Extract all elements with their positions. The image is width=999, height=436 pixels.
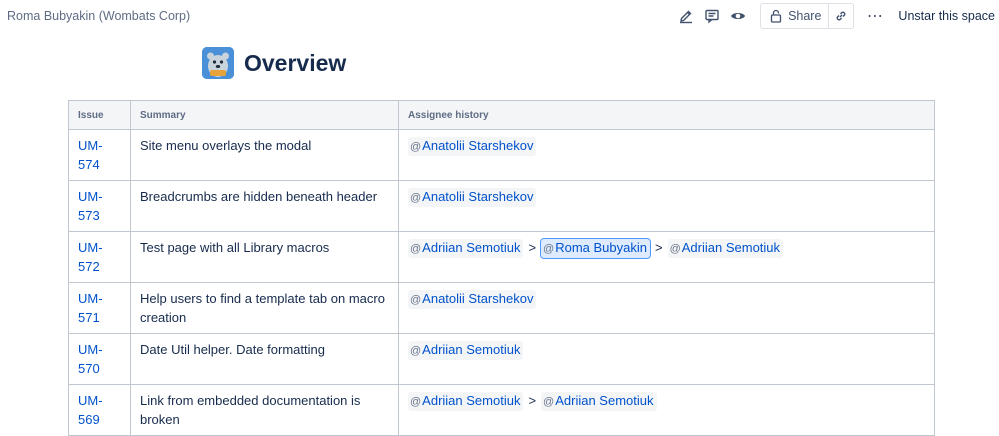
issue-cell: UM-571 <box>68 282 131 334</box>
mention-at-icon: @ <box>410 294 422 306</box>
issue-cell: UM-569 <box>68 384 131 436</box>
user-mention[interactable]: @Adriian Semotiuk <box>408 392 524 411</box>
user-mention[interactable]: @Anatolii Starshekov <box>408 188 537 207</box>
issue-link[interactable]: UM-574 <box>78 138 103 172</box>
assignee-history-cell: @Adriian Semotiuk > @Adriian Semotiuk <box>398 384 935 436</box>
table-row: UM-570 Date Util helper. Date formatting @… <box>68 333 935 385</box>
mention-name: Adriian Semotiuk <box>422 240 521 255</box>
mention-name: Anatolii Starshekov <box>422 138 534 153</box>
column-header-issue: Issue <box>68 100 131 130</box>
link-icon[interactable] <box>829 4 853 28</box>
mention-at-icon: @ <box>543 243 555 255</box>
comment-icon[interactable] <box>700 4 724 28</box>
issue-link[interactable]: UM-569 <box>78 393 103 427</box>
table-row: UM-574 Site menu overlays the modal @Anato… <box>68 129 935 181</box>
mention-at-icon: @ <box>410 243 422 255</box>
summary-cell: Site menu overlays the modal <box>130 129 399 181</box>
mention-name: Adriian Semotiuk <box>681 240 781 255</box>
issue-cell: UM-570 <box>68 333 131 385</box>
mention-name: Adriian Semotiuk <box>422 393 521 408</box>
user-mention[interactable]: @Adriian Semotiuk <box>667 239 784 258</box>
space-avatar-icon <box>202 47 234 79</box>
user-mention[interactable]: @Roma Bubyakin <box>540 238 651 259</box>
assignee-history-cell: @Adriian Semotiuk <box>398 333 935 385</box>
user-mention[interactable]: @Adriian Semotiuk <box>408 239 524 258</box>
table-row: UM-572 Test page with all Library macros @… <box>68 231 935 283</box>
share-label: Share <box>788 9 822 23</box>
issues-table: Issue Summary Assignee history UM-574 Sit… <box>68 100 935 436</box>
space-name[interactable]: Roma Bubyakin (Wombats Corp) <box>7 9 190 23</box>
more-actions-icon[interactable]: ⋯ <box>862 4 888 28</box>
eye-icon[interactable] <box>726 4 750 28</box>
mention-name: Anatolii Starshekov <box>422 189 534 204</box>
column-header-assignee-history: Assignee history <box>398 100 935 130</box>
history-separator: > <box>528 393 537 408</box>
issue-link[interactable]: UM-571 <box>78 291 103 325</box>
history-separator: > <box>655 240 663 255</box>
assignee-history-cell: @Adriian Semotiuk > @Roma Bubyakin > @Adriia… <box>398 231 935 283</box>
share-group: Share <box>760 3 855 29</box>
mention-at-icon: @ <box>410 192 422 204</box>
issue-cell: UM-574 <box>68 129 131 181</box>
table-row: UM-571 Help users to find a template tab … <box>68 282 935 334</box>
mention-name: Roma Bubyakin <box>555 240 647 255</box>
user-mention[interactable]: @Adriian Semotiuk <box>541 392 657 411</box>
mention-at-icon: @ <box>410 345 422 357</box>
issue-link[interactable]: UM-572 <box>78 240 103 274</box>
summary-cell: Help users to find a template tab on mac… <box>130 282 399 334</box>
issue-link[interactable]: UM-573 <box>78 189 103 223</box>
page-actions: Share ⋯ Unstar this space <box>674 3 999 29</box>
mention-at-icon: @ <box>410 141 422 153</box>
lock-icon <box>770 9 782 23</box>
issue-cell: UM-573 <box>68 180 131 232</box>
table-row: UM-569 Link from embedded documentation i… <box>68 384 935 436</box>
assignee-history-cell: @Anatolii Starshekov <box>398 282 935 334</box>
issue-link[interactable]: UM-570 <box>78 342 103 376</box>
column-header-summary: Summary <box>130 100 399 130</box>
assignee-history-cell: @Anatolii Starshekov <box>398 180 935 232</box>
table-header-row: Issue Summary Assignee history <box>68 100 935 130</box>
mention-at-icon: @ <box>669 243 681 255</box>
edit-icon[interactable] <box>674 4 698 28</box>
summary-cell: Link from embedded documentation is brok… <box>130 384 399 436</box>
user-mention[interactable]: @Anatolii Starshekov <box>408 290 537 309</box>
top-bar: Roma Bubyakin (Wombats Corp) Share ⋯ Uns… <box>0 0 999 32</box>
user-mention[interactable]: @Adriian Semotiuk <box>408 341 524 360</box>
summary-cell: Test page with all Library macros <box>130 231 399 283</box>
table-row: UM-573 Breadcrumbs are hidden beneath hea… <box>68 180 935 232</box>
mention-at-icon: @ <box>410 396 422 408</box>
issue-cell: UM-572 <box>68 231 131 283</box>
mention-name: Adriian Semotiuk <box>555 393 654 408</box>
summary-cell: Breadcrumbs are hidden beneath header <box>130 180 399 232</box>
user-mention[interactable]: @Anatolii Starshekov <box>408 137 537 156</box>
mention-at-icon: @ <box>543 396 555 408</box>
history-separator: > <box>528 240 537 255</box>
unstar-space-button[interactable]: Unstar this space <box>898 9 995 23</box>
page-header: Overview <box>202 46 346 80</box>
share-button[interactable]: Share <box>761 4 830 28</box>
page-title: Overview <box>244 49 347 76</box>
mention-name: Adriian Semotiuk <box>422 342 521 357</box>
mention-name: Anatolii Starshekov <box>422 291 534 306</box>
issues-table-body: UM-574 Site menu overlays the modal @Anato… <box>68 129 935 436</box>
assignee-history-cell: @Anatolii Starshekov <box>398 129 935 181</box>
summary-cell: Date Util helper. Date formatting <box>130 333 399 385</box>
